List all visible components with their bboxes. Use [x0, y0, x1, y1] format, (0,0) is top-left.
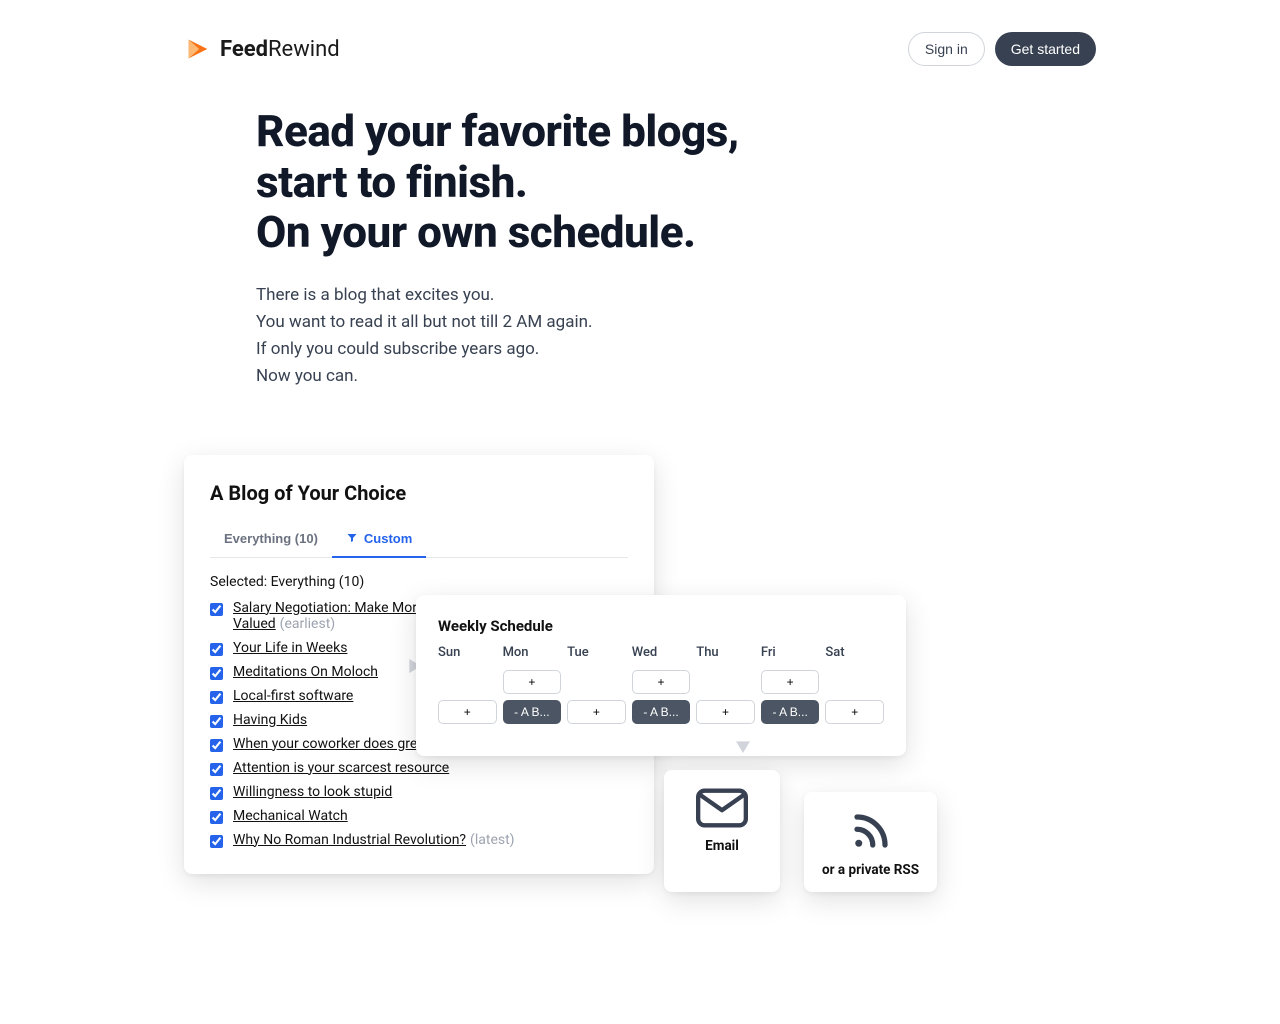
post-title[interactable]: Willingness to look stupid	[233, 784, 392, 800]
sched-day: Fri	[761, 645, 820, 664]
delivery-rss-card[interactable]: or a private RSS	[804, 792, 937, 892]
sched-cell-tue: +	[567, 670, 626, 734]
header: FeedRewind Sign in Get started	[184, 24, 1096, 106]
rss-icon	[850, 810, 892, 852]
post-checkbox[interactable]	[210, 715, 223, 728]
post-checkbox[interactable]	[210, 835, 223, 848]
logo-icon	[184, 35, 212, 63]
hero-p4: Now you can.	[256, 366, 358, 386]
post-title[interactable]: Attention is your scarcest resource	[233, 760, 449, 776]
sched-day: Sat	[825, 645, 884, 664]
post-item: Mechanical Watch	[210, 808, 628, 824]
post-checkbox[interactable]	[210, 643, 223, 656]
sched-day: Sun	[438, 645, 497, 664]
post-checkbox[interactable]	[210, 603, 223, 616]
schedule-grid: Sun Mon Tue Wed Thu Fri Sat + + - A B...…	[438, 645, 884, 734]
sched-cell-fri: + - A B...	[761, 670, 820, 734]
email-icon	[696, 788, 748, 828]
page-scroll[interactable]: FeedRewind Sign in Get started Read your…	[0, 0, 1280, 1024]
hero-heading: Read your favorite blogs, start to finis…	[256, 106, 1096, 258]
delivery-email-card[interactable]: Email	[664, 770, 780, 892]
sched-add-button[interactable]: +	[438, 700, 497, 724]
blog-tabs: Everything (10) Custom	[210, 521, 628, 558]
post-note-latest: (latest)	[470, 832, 515, 848]
sched-add-button[interactable]: +	[632, 670, 691, 694]
hero-line-1: Read your favorite blogs,	[256, 105, 739, 157]
sched-day: Thu	[696, 645, 755, 664]
post-title[interactable]: Having Kids	[233, 712, 307, 728]
sched-slot-button[interactable]: - A B...	[761, 700, 820, 724]
post-note-earliest: (earliest)	[280, 616, 336, 632]
post-text: Why No Roman Industrial Revolution?(late…	[233, 832, 515, 848]
post-checkbox[interactable]	[210, 667, 223, 680]
sched-add-button[interactable]: +	[567, 700, 626, 724]
sched-add-button[interactable]: +	[696, 700, 755, 724]
post-checkbox[interactable]	[210, 691, 223, 704]
tab-everything[interactable]: Everything (10)	[210, 521, 332, 557]
post-item: Why No Roman Industrial Revolution?(late…	[210, 832, 628, 848]
sched-add-button[interactable]: +	[761, 670, 820, 694]
sched-cell-sat: +	[825, 670, 884, 734]
logo[interactable]: FeedRewind	[184, 35, 340, 63]
post-title[interactable]: Local-first software	[233, 688, 353, 704]
header-actions: Sign in Get started	[908, 32, 1096, 66]
blog-card-title: A Blog of Your Choice	[210, 481, 628, 505]
tab-custom-label: Custom	[364, 531, 412, 546]
hero-p2: You want to read it all but not till 2 A…	[256, 312, 592, 332]
hero-copy: There is a blog that excites you. You wa…	[256, 282, 1096, 391]
post-item: Attention is your scarcest resource	[210, 760, 628, 776]
sched-add-button[interactable]: +	[503, 670, 562, 694]
tab-custom[interactable]: Custom	[332, 521, 426, 558]
sched-slot-button[interactable]: - A B...	[503, 700, 562, 724]
delivery-rss-label: or a private RSS	[822, 862, 919, 878]
post-item: Willingness to look stupid	[210, 784, 628, 800]
delivery-email-label: Email	[682, 838, 762, 854]
sched-cell-mon: + - A B...	[503, 670, 562, 734]
post-checkbox[interactable]	[210, 811, 223, 824]
schedule-card: Weekly Schedule Sun Mon Tue Wed Thu Fri …	[416, 595, 906, 756]
post-title[interactable]: Mechanical Watch	[233, 808, 348, 824]
arrow-down-icon	[732, 725, 754, 753]
post-checkbox[interactable]	[210, 739, 223, 752]
filter-icon	[346, 532, 358, 544]
hero-p3: If only you could subscribe years ago.	[256, 339, 539, 359]
schedule-title: Weekly Schedule	[438, 617, 884, 635]
selected-summary: Selected: Everything (10)	[210, 574, 628, 590]
sched-add-button[interactable]: +	[825, 700, 884, 724]
sign-in-button[interactable]: Sign in	[908, 32, 985, 66]
post-title[interactable]: Your Life in Weeks	[233, 640, 347, 656]
hero-p1: There is a blog that excites you.	[256, 285, 494, 305]
post-checkbox[interactable]	[210, 787, 223, 800]
hero-line-3: On your own schedule.	[256, 206, 696, 258]
post-title[interactable]: Why No Roman Industrial Revolution?	[233, 832, 466, 848]
preview-area: A Blog of Your Choice Everything (10) Cu…	[184, 455, 1096, 975]
post-title[interactable]: Meditations On Moloch	[233, 664, 378, 680]
hero-line-2: start to finish.	[256, 156, 527, 208]
delivery-row: Email or a private RSS	[664, 770, 937, 892]
sched-cell-wed: + - A B...	[632, 670, 691, 734]
sched-day: Tue	[567, 645, 626, 664]
hero: Read your favorite blogs, start to finis…	[184, 106, 1096, 391]
sched-slot-button[interactable]: - A B...	[632, 700, 691, 724]
sched-day: Wed	[632, 645, 691, 664]
sched-day: Mon	[503, 645, 562, 664]
logo-text: FeedRewind	[220, 37, 340, 62]
page-container: FeedRewind Sign in Get started Read your…	[160, 0, 1120, 1024]
get-started-button[interactable]: Get started	[995, 32, 1096, 66]
post-checkbox[interactable]	[210, 763, 223, 776]
sched-cell-sun: +	[438, 670, 497, 734]
